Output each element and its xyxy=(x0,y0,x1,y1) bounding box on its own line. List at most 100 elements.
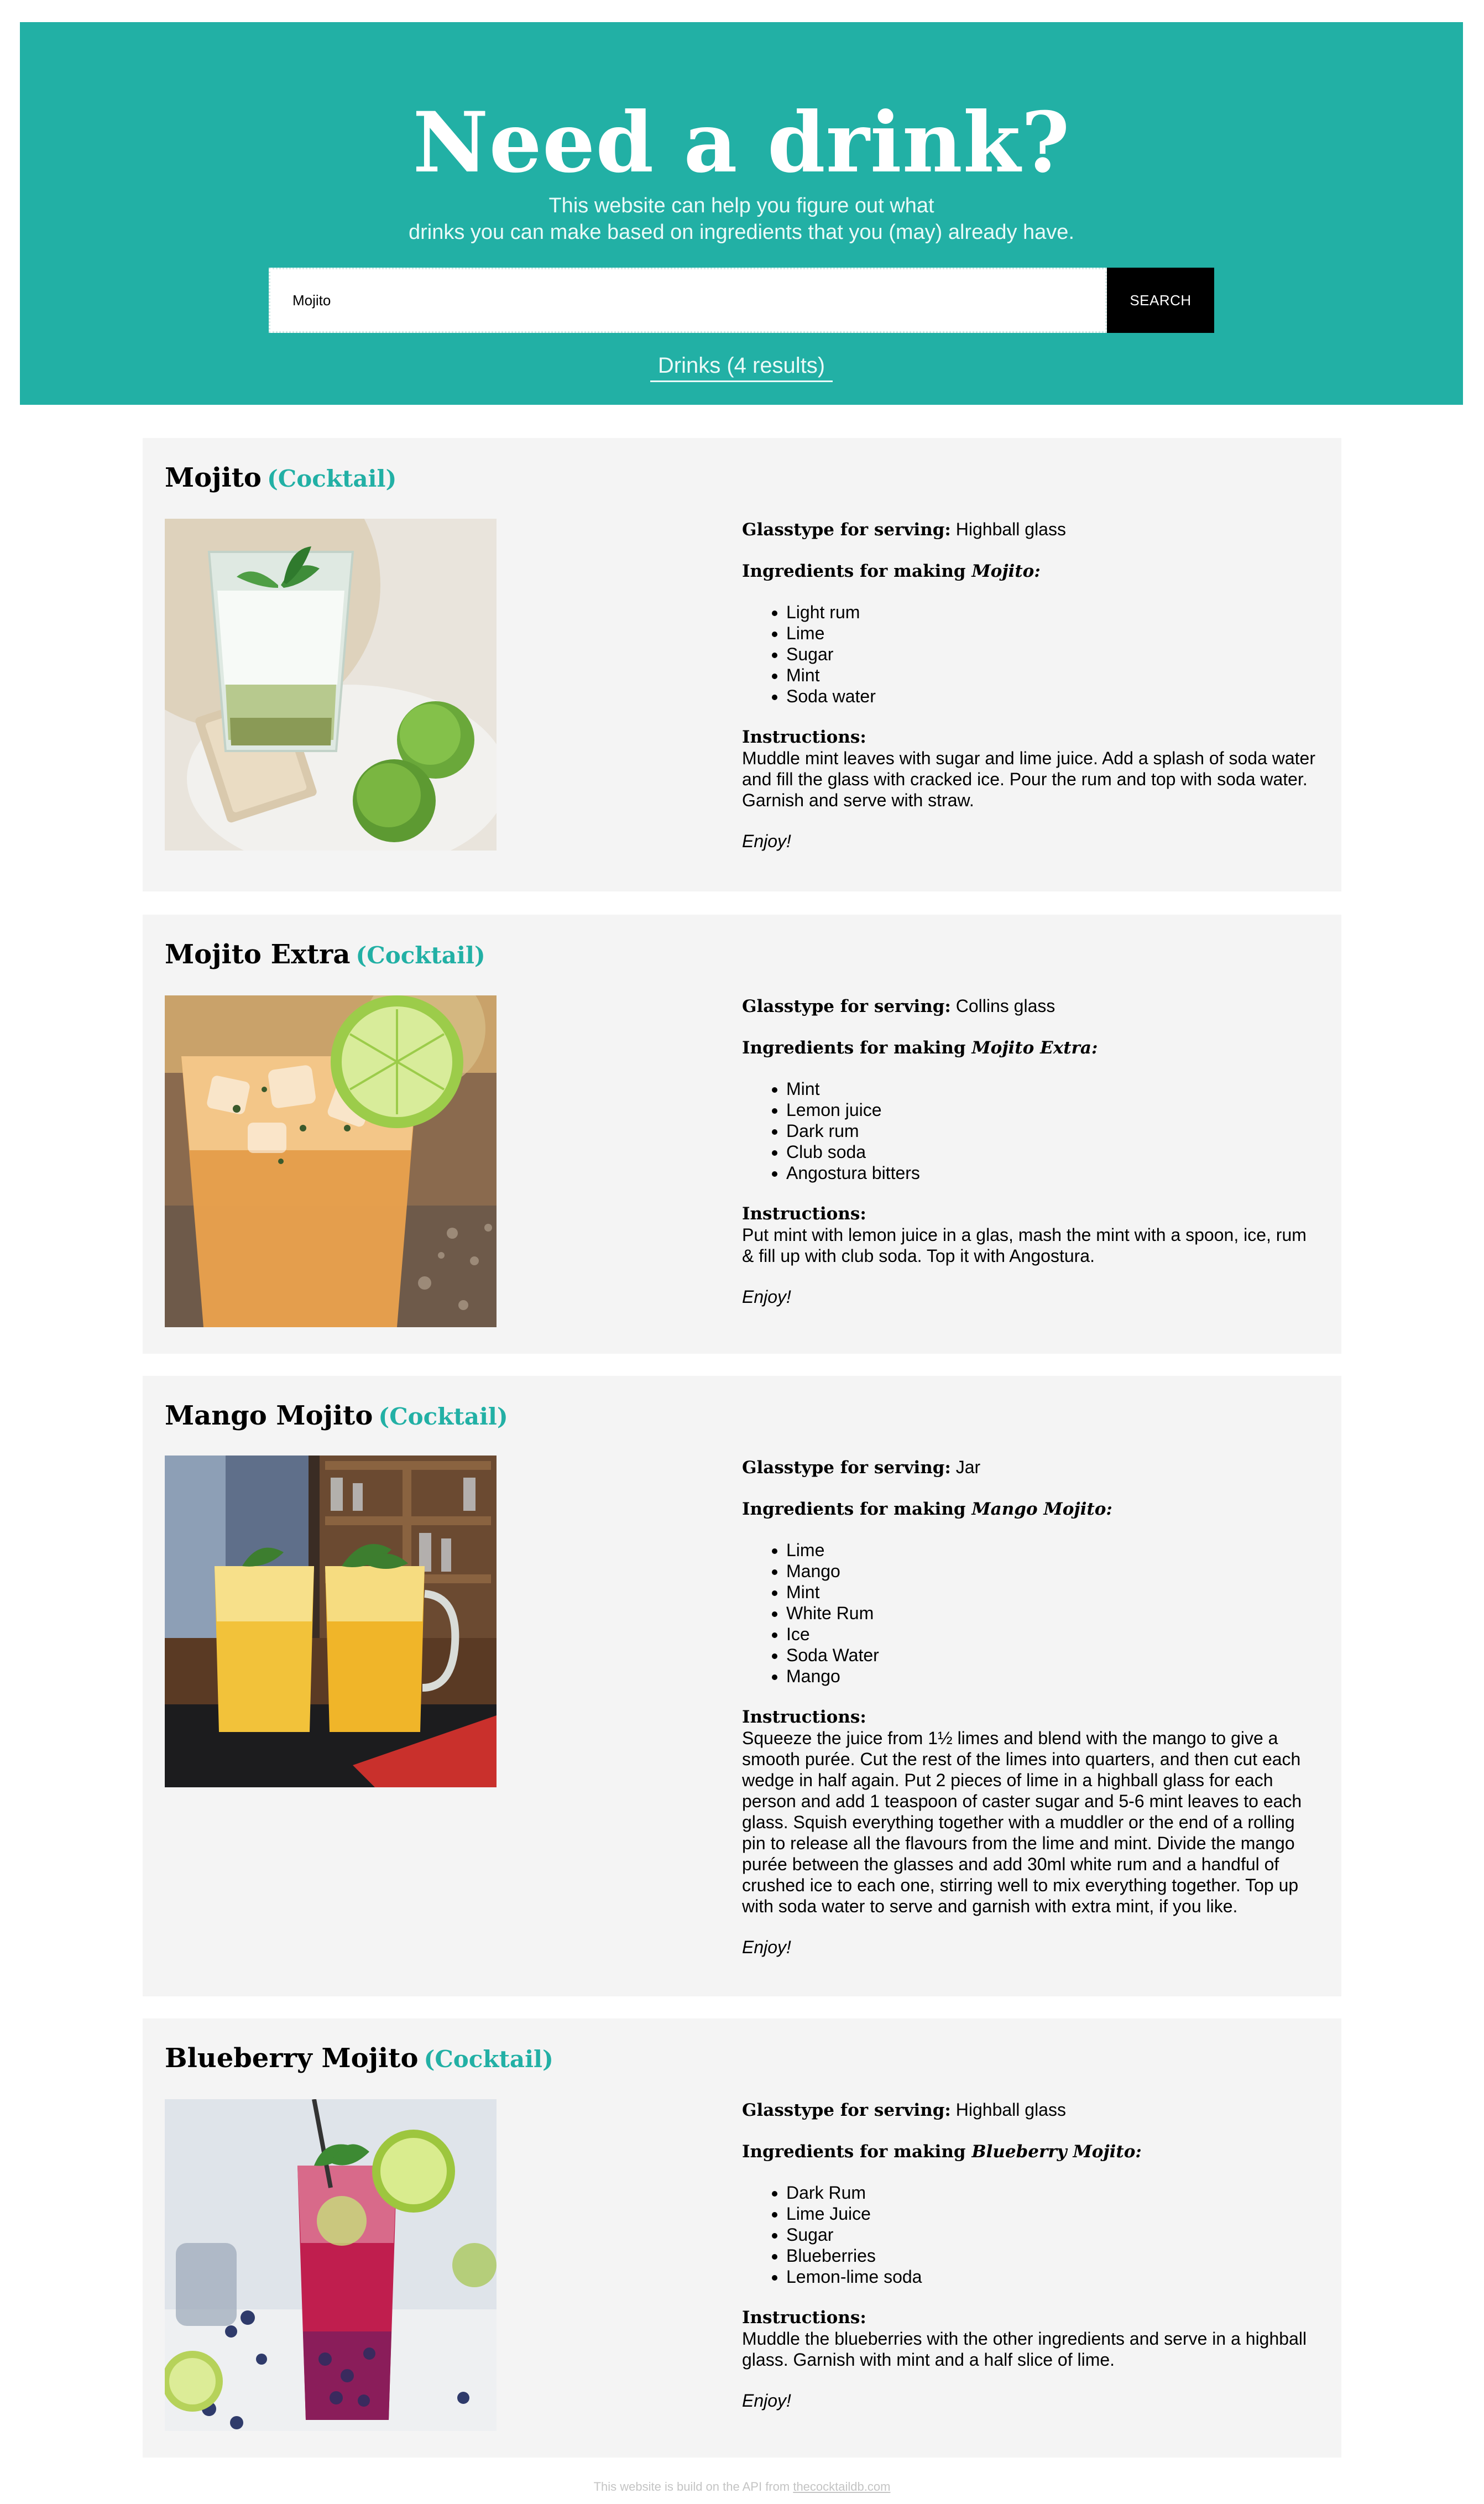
ingredients-heading: Ingredients for making Mojito Extra: xyxy=(742,1037,1323,1058)
ingredient-item: Soda Water xyxy=(786,1645,1323,1666)
ingredients-drink-name: Mojito: xyxy=(971,561,1041,581)
drink-category: (Cocktail) xyxy=(378,1403,508,1430)
mango-mojito-photo-illustration xyxy=(165,1456,497,1787)
ingredient-item: White Rum xyxy=(786,1603,1323,1624)
ingredient-item: Dark rum xyxy=(786,1120,1323,1141)
ingredients-heading: Ingredients for making Mango Mojito: xyxy=(742,1498,1323,1520)
drink-name: Mojito xyxy=(165,462,262,493)
footer-api-link[interactable]: thecocktaildb.com xyxy=(793,2480,890,2493)
ingredients-label: Ingredients for making Mojito Extra: xyxy=(742,1038,1098,1058)
drink-name: Mojito Extra xyxy=(165,939,351,970)
ingredients-drink-name: Mojito Extra: xyxy=(971,1038,1098,1058)
ingredients-drink-name: Blueberry Mojito: xyxy=(971,2142,1142,2162)
results-count-wrap: Drinks (4 results) xyxy=(20,352,1463,382)
glass-label: Glasstype for serving: xyxy=(742,2100,951,2120)
drink-card: Mango Mojito (Cocktail) Glasstype for se… xyxy=(143,1376,1341,1996)
search-input[interactable] xyxy=(269,268,1107,333)
ingredient-item: Club soda xyxy=(786,1141,1323,1162)
blueberry-mojito-photo-illustration xyxy=(165,2099,497,2431)
glass-value: Highball glass xyxy=(955,2100,1066,2120)
drink-photo xyxy=(165,1456,497,1787)
ingredient-item: Lemon-lime soda xyxy=(786,2266,1323,2287)
ingredient-item: Mint xyxy=(786,1078,1323,1099)
ingredients-list: Light rum Lime Sugar Mint Soda water xyxy=(742,602,1323,707)
enjoy-text: Enjoy! xyxy=(742,831,791,851)
instructions-label: Instructions: xyxy=(742,727,866,747)
hero-header: Need a drink? This website can help you … xyxy=(20,22,1463,405)
drink-photo xyxy=(165,519,497,851)
drink-card: Blueberry Mojito (Cocktail) Glasstype fo… xyxy=(143,2018,1341,2458)
instructions-label: Instructions: xyxy=(742,1707,866,1727)
ingredient-item: Mint xyxy=(786,665,1323,686)
ingredients-heading: Ingredients for making Mojito: xyxy=(742,560,1323,582)
page-subtitle: This website can help you figure out wha… xyxy=(20,192,1463,246)
drink-name: Mango Mojito xyxy=(165,1400,373,1431)
subtitle-line-1: This website can help you figure out wha… xyxy=(548,194,934,217)
page-title: Need a drink? xyxy=(412,94,1070,191)
drink-category: (Cocktail) xyxy=(356,942,485,969)
ingredient-item: Dark Rum xyxy=(786,2182,1323,2203)
ingredient-item: Blueberries xyxy=(786,2245,1323,2266)
instructions-text: Put mint with lemon juice in a glas, mas… xyxy=(742,1225,1307,1266)
mojito-photo-illustration xyxy=(165,519,497,851)
search-button[interactable]: SEARCH xyxy=(1107,268,1214,333)
ingredient-item: Sugar xyxy=(786,2224,1323,2245)
glass-value: Highball glass xyxy=(955,519,1066,539)
glass-label: Glasstype for serving: xyxy=(742,997,951,1016)
instructions-label: Instructions: xyxy=(742,2308,866,2328)
drink-category: (Cocktail) xyxy=(424,2046,553,2073)
footer: This website is build on the API from th… xyxy=(0,2480,1484,2494)
drink-card: Mojito (Cocktail) Glasstype for serving: … xyxy=(143,438,1341,891)
ingredients-prefix: Ingredients for making xyxy=(742,1499,966,1519)
ingredient-item: Mint xyxy=(786,1582,1323,1603)
ingredient-item: Lime xyxy=(786,623,1323,644)
subtitle-line-2: drinks you can make based on ingredients… xyxy=(409,221,1074,244)
ingredient-item: Lime xyxy=(786,1540,1323,1561)
drink-info: Glasstype for serving: Highball glass In… xyxy=(742,519,1323,869)
drink-title: Mango Mojito (Cocktail) xyxy=(165,1396,508,1437)
ingredient-item: Mango xyxy=(786,1561,1323,1582)
enjoy-text: Enjoy! xyxy=(742,1937,791,1957)
drink-name: Blueberry Mojito xyxy=(165,2043,419,2074)
ingredient-item: Lime Juice xyxy=(786,2203,1323,2224)
glass-label: Glasstype for serving: xyxy=(742,520,951,540)
instructions-label: Instructions: xyxy=(742,1204,866,1224)
ingredient-item: Angostura bitters xyxy=(786,1162,1323,1183)
drink-photo xyxy=(165,2099,497,2431)
ingredients-prefix: Ingredients for making xyxy=(742,1038,966,1058)
ingredients-list: Dark Rum Lime Juice Sugar Blueberries Le… xyxy=(742,2182,1323,2287)
ingredient-item: Light rum xyxy=(786,602,1323,623)
glass-row: Glasstype for serving: Jar xyxy=(742,1457,1323,1478)
ingredients-list: Lime Mango Mint White Rum Ice Soda Water… xyxy=(742,1540,1323,1687)
glass-row: Glasstype for serving: Collins glass xyxy=(742,995,1323,1017)
ingredients-prefix: Ingredients for making xyxy=(742,561,966,581)
ingredient-item: Lemon juice xyxy=(786,1099,1323,1120)
ingredients-label: Ingredients for making Blueberry Mojito: xyxy=(742,2142,1142,2162)
drink-card: Mojito Extra (Cocktail) Glasstype for se… xyxy=(143,915,1341,1354)
ingredient-item: Ice xyxy=(786,1624,1323,1645)
ingredient-item: Sugar xyxy=(786,644,1323,665)
drink-title: Mojito Extra (Cocktail) xyxy=(165,935,485,975)
glass-value: Jar xyxy=(955,1457,981,1477)
ingredient-item: Mango xyxy=(786,1666,1323,1687)
instructions-text: Squeeze the juice from 1½ limes and blen… xyxy=(742,1728,1302,1916)
drink-info: Glasstype for serving: Collins glass Ing… xyxy=(742,995,1323,1325)
instructions-text: Muddle mint leaves with sugar and lime j… xyxy=(742,748,1315,810)
drink-photo xyxy=(165,995,497,1327)
drink-info: Glasstype for serving: Jar Ingredients f… xyxy=(742,1457,1323,1975)
glass-label: Glasstype for serving: xyxy=(742,1458,951,1478)
mojito-extra-photo-illustration xyxy=(165,995,497,1327)
ingredient-item: Soda water xyxy=(786,686,1323,707)
glass-value: Collins glass xyxy=(955,996,1055,1016)
drink-info: Glasstype for serving: Highball glass In… xyxy=(742,2099,1323,2429)
results-count-link[interactable]: Drinks (4 results) xyxy=(650,352,833,382)
drink-title: Blueberry Mojito (Cocktail) xyxy=(165,2038,553,2079)
drink-category: (Cocktail) xyxy=(267,465,397,492)
glass-row: Glasstype for serving: Highball glass xyxy=(742,519,1323,540)
instructions-text: Muddle the blueberries with the other in… xyxy=(742,2329,1307,2370)
glass-row: Glasstype for serving: Highball glass xyxy=(742,2099,1323,2121)
ingredients-prefix: Ingredients for making xyxy=(742,2142,966,2162)
ingredients-drink-name: Mango Mojito: xyxy=(971,1499,1112,1519)
ingredients-heading: Ingredients for making Blueberry Mojito: xyxy=(742,2141,1323,2162)
ingredients-label: Ingredients for making Mojito: xyxy=(742,561,1041,581)
